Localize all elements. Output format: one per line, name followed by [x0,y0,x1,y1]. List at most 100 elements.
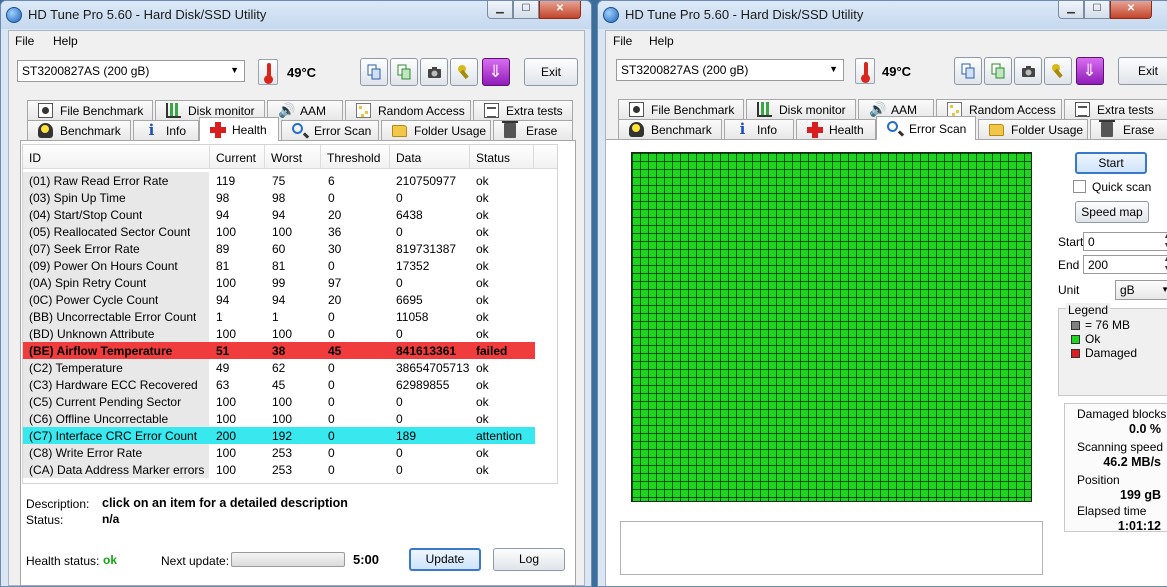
spinner-icon[interactable]: ▲▼ [1161,232,1167,252]
next-update-value: 5:00 [353,552,380,567]
tab-folder-usage[interactable]: Folder Usage [978,119,1088,139]
copy-all-button[interactable] [984,57,1012,85]
table-row[interactable]: (BB) Uncorrectable Error Count 1 1 0 11058 ok [23,308,535,325]
col-header-id[interactable]: ID [23,145,210,169]
options-button[interactable] [1044,57,1072,85]
exit-button[interactable]: Exit [1118,57,1167,85]
col-header-status[interactable]: Status [470,145,534,169]
cell-id: (C7) Interface CRC Error Count [29,429,198,443]
menu-file[interactable]: File [15,34,34,48]
update-button[interactable]: Update [409,548,481,571]
log-button[interactable]: Log [493,548,565,571]
cell-worst: 1 [272,310,279,324]
minimize-button[interactable]: ▁ [1058,1,1084,19]
magnifier-icon [887,121,898,132]
tab-info[interactable]: i Info [133,120,199,140]
tab-health[interactable]: Health [199,117,279,141]
scan-log-area [620,521,1043,575]
title-bar[interactable]: HD Tune Pro 5.60 - Hard Disk/SSD Utility… [598,1,1167,29]
table-row[interactable]: (C8) Write Error Rate 100 253 0 0 ok [23,444,535,461]
minimize-button[interactable]: ▁ [487,1,513,19]
maximize-button[interactable]: ☐ [1084,1,1110,19]
spinner-icon[interactable]: ▲▼ [1161,255,1167,275]
exit-button[interactable]: Exit [524,58,578,86]
tab-erase[interactable]: Erase [493,120,573,140]
tab-file-benchmark[interactable]: File Benchmark [618,99,744,119]
options-button[interactable] [450,58,478,86]
menu-help[interactable]: Help [649,34,674,48]
col-header-current[interactable]: Current [210,145,265,169]
cell-worst: 253 [272,446,293,460]
cell-id: (C5) Current Pending Sector [29,395,182,409]
col-header-data[interactable]: Data [390,145,470,169]
screenshot-button[interactable] [1014,57,1042,85]
table-row[interactable]: (07) Seek Error Rate 89 60 30 819731387 ok [23,240,535,257]
drive-select[interactable]: ST3200827AS (200 gB) ▼ [616,59,844,81]
tab-extra-tests[interactable]: Extra tests [1064,99,1167,119]
copy-all-button[interactable] [390,58,418,86]
drive-select[interactable]: ST3200827AS (200 gB) ▼ [17,60,245,82]
tab-benchmark[interactable]: Benchmark [618,119,722,139]
menu-help[interactable]: Help [53,34,78,48]
title-bar[interactable]: HD Tune Pro 5.60 - Hard Disk/SSD Utility… [1,1,591,29]
quick-scan-checkbox[interactable] [1073,180,1086,193]
table-row[interactable]: (BD) Unknown Attribute 100 100 0 0 ok [23,325,535,342]
table-row[interactable]: (0C) Power Cycle Count 94 94 20 6695 ok [23,291,535,308]
tab-error-scan[interactable]: Error Scan [876,116,976,140]
tab-erase[interactable]: Erase [1090,119,1167,139]
tab-error-scan[interactable]: Error Scan [281,120,379,140]
table-row[interactable]: (03) Spin Up Time 98 98 0 0 ok [23,189,535,206]
speed-map-button[interactable]: Speed map [1075,201,1149,223]
save-button[interactable]: ⇓ [1076,57,1104,85]
save-button[interactable]: ⇓ [482,58,510,86]
start-input[interactable]: 0 ▲▼ [1083,232,1167,251]
cell-id: (03) Spin Up Time [29,191,126,205]
copy-icon [961,63,975,79]
table-row[interactable]: (C6) Offline Uncorrectable 100 100 0 0 ok [23,410,535,427]
maximize-button[interactable]: ☐ [513,1,539,19]
elapsed-time-label: Elapsed time [1077,504,1147,518]
cell-threshold: 0 [328,395,335,409]
cell-id: (CA) Data Address Marker errors [29,463,205,477]
start-scan-button[interactable]: Start [1075,152,1147,174]
table-row[interactable]: (04) Start/Stop Count 94 94 20 6438 ok [23,206,535,223]
copy-info-button[interactable] [360,58,388,86]
cell-worst: 94 [272,293,286,307]
tab-benchmark[interactable]: Benchmark [27,120,131,140]
cell-id: (C8) Write Error Rate [29,446,143,460]
table-row[interactable]: (C2) Temperature 49 62 0 38654705713 ok [23,359,535,376]
tab-file-benchmark[interactable]: File Benchmark [27,100,153,120]
table-row[interactable]: (05) Reallocated Sector Count 100 100 36 0 ok [23,223,535,240]
wrench-icon [1052,64,1063,79]
table-row[interactable]: (BE) Airflow Temperature 51 38 45 841613361 f… [23,342,535,359]
table-row[interactable]: (0A) Spin Retry Count 100 99 97 0 ok [23,274,535,291]
end-input[interactable]: 200 ▲▼ [1083,255,1167,274]
table-row[interactable]: (01) Raw Read Error Rate 119 75 6 210750977 o… [23,172,535,189]
table-row[interactable]: (09) Power On Hours Count 81 81 0 17352 ok [23,257,535,274]
table-row[interactable]: (CA) Data Address Marker errors 100 253 0 0 o… [23,461,535,478]
tab-health[interactable]: Health [796,119,876,139]
table-row[interactable]: (C3) Hardware ECC Recovered 63 45 0 62989855… [23,376,535,393]
cell-threshold: 6 [328,174,335,188]
tab-folder-usage[interactable]: Folder Usage [381,120,491,140]
unit-select[interactable]: gB ▼ [1115,280,1167,300]
close-button[interactable]: ✕ [539,1,581,19]
cell-status: ok [476,174,489,188]
copy-info-button[interactable] [954,57,982,85]
col-header-worst[interactable]: Worst [265,145,321,169]
tab-random-access[interactable]: Random Access [345,100,471,120]
cell-data: 0 [396,276,403,290]
menu-file[interactable]: File [613,34,632,48]
tab-disk-monitor[interactable]: Disk monitor [746,99,856,119]
table-row[interactable]: (C5) Current Pending Sector 100 100 0 0 ok [23,393,535,410]
table-row[interactable]: (C7) Interface CRC Error Count 200 192 0 189… [23,427,535,444]
cell-status: attention [476,429,523,443]
col-header-threshold[interactable]: Threshold [321,145,390,169]
status-label: Status: [26,513,64,527]
start-input-value: 0 [1088,235,1095,249]
tab-extra-tests[interactable]: Extra tests [473,100,573,120]
ok-swatch [1071,335,1080,344]
close-button[interactable]: ✕ [1110,1,1152,19]
tab-info[interactable]: i Info [724,119,794,139]
screenshot-button[interactable] [420,58,448,86]
